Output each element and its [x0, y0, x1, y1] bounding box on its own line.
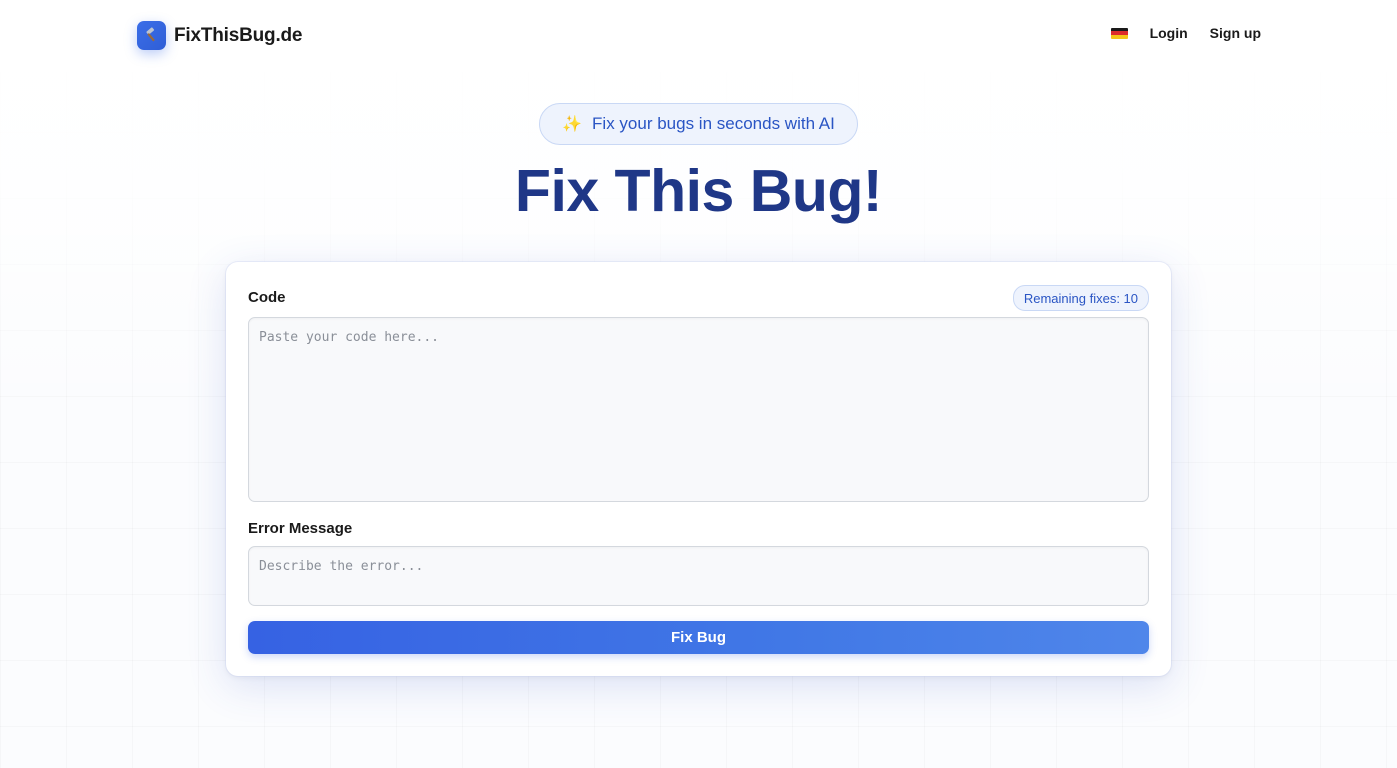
- fix-bug-button[interactable]: Fix Bug: [248, 621, 1149, 654]
- sparkles-icon: ✨: [562, 116, 583, 133]
- bug-form-card: Code Remaining fixes: 10 Error Message F…: [226, 262, 1171, 676]
- page: FixThisBug.de Login Sign up ✨ Fix your b…: [0, 0, 1397, 768]
- hammer-icon: [137, 21, 166, 50]
- error-message-input[interactable]: [248, 546, 1149, 606]
- tagline-text: Fix your bugs in seconds with AI: [592, 114, 835, 133]
- german-flag-icon[interactable]: [1110, 27, 1128, 39]
- navbar: FixThisBug.de Login Sign up: [0, 0, 1397, 72]
- error-message-label: Error Message: [248, 520, 353, 537]
- login-link[interactable]: Login: [1150, 25, 1188, 41]
- tagline-pill: ✨ Fix your bugs in seconds with AI: [539, 103, 858, 145]
- signup-link[interactable]: Sign up: [1210, 25, 1261, 41]
- nav-right: Login Sign up: [1110, 25, 1261, 41]
- code-label: Code: [248, 289, 286, 306]
- remaining-fixes-badge: Remaining fixes: 10: [1012, 285, 1149, 311]
- code-input[interactable]: [248, 317, 1149, 502]
- brand-link[interactable]: FixThisBug.de: [137, 21, 302, 50]
- brand-name: FixThisBug.de: [174, 24, 303, 46]
- hero: ✨ Fix your bugs in seconds with AI Fix T…: [0, 103, 1397, 227]
- page-title: Fix This Bug!: [514, 158, 883, 224]
